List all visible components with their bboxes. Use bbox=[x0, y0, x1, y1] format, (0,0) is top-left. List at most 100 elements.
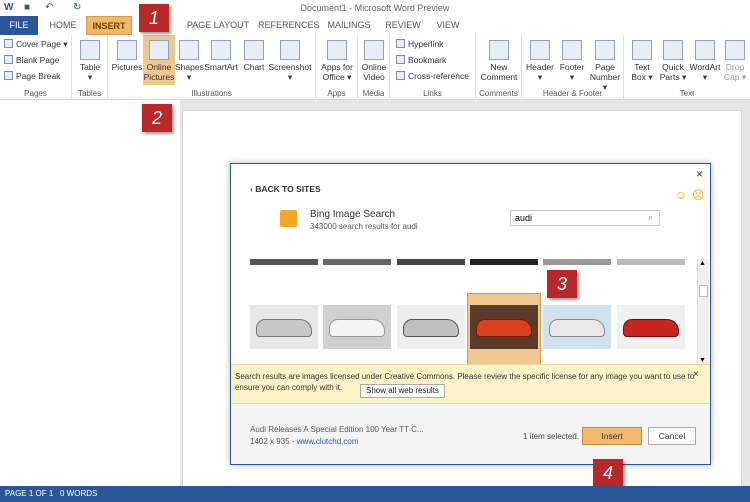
results-scrollbar[interactable]: ▲ ▼ bbox=[697, 259, 709, 365]
close-icon[interactable]: × bbox=[696, 167, 703, 181]
back-to-sites-link[interactable]: ‹ BACK TO SITES bbox=[250, 184, 321, 194]
ribbon-tabs: FILE HOME INSERT PAGE LAYOUT REFERENCES … bbox=[0, 16, 750, 35]
license-notice-text: Search results are images licensed under… bbox=[235, 372, 695, 392]
group-links: Hyperlink Bookmark Cross-reference Links bbox=[390, 35, 476, 100]
image-thumbnail[interactable] bbox=[543, 305, 611, 349]
screenshot-button[interactable]: Screenshot ▾ bbox=[268, 40, 312, 82]
image-thumbnail[interactable] bbox=[250, 259, 318, 265]
left-margin-area bbox=[0, 100, 180, 486]
image-thumbnail[interactable] bbox=[617, 305, 685, 349]
image-thumbnail[interactable] bbox=[543, 259, 611, 265]
page-number-icon bbox=[595, 40, 615, 60]
group-label-header-footer: Header & Footer bbox=[542, 89, 603, 98]
smartart-icon bbox=[211, 40, 231, 60]
pictures-icon bbox=[117, 40, 137, 60]
group-label-media: Media bbox=[362, 89, 385, 98]
group-media: Online Video Media bbox=[358, 35, 390, 100]
video-icon bbox=[364, 40, 384, 60]
callout-3: 3 bbox=[547, 270, 577, 298]
car-image bbox=[549, 319, 605, 337]
tab-mailings[interactable]: MAILINGS bbox=[326, 16, 372, 35]
header-button[interactable]: Header ▾ bbox=[524, 40, 556, 82]
wordart-icon bbox=[695, 40, 715, 60]
comment-icon bbox=[489, 40, 509, 60]
scroll-down-icon[interactable]: ▼ bbox=[699, 357, 706, 364]
group-label-apps: Apps bbox=[327, 89, 346, 98]
group-label-links: Links bbox=[423, 89, 442, 98]
image-thumbnail[interactable] bbox=[323, 305, 391, 349]
source-link[interactable]: www.clutchd.com bbox=[297, 437, 359, 446]
page-number-button[interactable]: Page Number ▾ bbox=[588, 40, 622, 92]
text-box-icon bbox=[632, 40, 652, 60]
tab-references[interactable]: REFERENCES bbox=[258, 16, 320, 35]
callout-4: 4 bbox=[593, 459, 623, 487]
image-thumbnail[interactable] bbox=[470, 259, 538, 265]
online-pictures-icon bbox=[149, 40, 169, 60]
pictures-button[interactable]: Pictures bbox=[111, 40, 143, 72]
group-label-text: Text bbox=[679, 89, 695, 98]
scroll-thumb[interactable] bbox=[699, 285, 708, 297]
cover-page-button[interactable]: Cover Page ▾ bbox=[4, 39, 68, 50]
group-tables: Table ▾ Tables bbox=[72, 35, 108, 100]
chart-button[interactable]: Chart bbox=[240, 40, 268, 72]
license-notice: Search results are images licensed under… bbox=[231, 364, 710, 404]
hyperlink-button[interactable]: Hyperlink bbox=[396, 39, 443, 49]
source-title: Bing Image Search bbox=[310, 209, 396, 220]
insert-button[interactable]: Insert bbox=[582, 427, 642, 445]
image-thumbnail[interactable] bbox=[397, 305, 465, 349]
group-label-tables: Tables bbox=[77, 89, 102, 98]
word-count[interactable]: 0 WORDS bbox=[60, 486, 97, 502]
online-video-button[interactable]: Online Video bbox=[360, 40, 388, 82]
drop-cap-button[interactable]: Drop Cap ▾ bbox=[722, 40, 748, 82]
smartart-button[interactable]: SmartArt bbox=[204, 40, 238, 72]
footer-icon bbox=[562, 40, 582, 60]
scroll-up-icon[interactable]: ▲ bbox=[699, 260, 706, 267]
group-label-pages: Pages bbox=[24, 89, 47, 98]
apps-for-office-button[interactable]: Apps for Office ▾ bbox=[318, 40, 356, 82]
wordart-button[interactable]: WordArt ▾ bbox=[688, 40, 722, 82]
image-thumbnail[interactable] bbox=[397, 259, 465, 265]
tab-insert[interactable]: INSERT bbox=[86, 16, 132, 35]
tab-view[interactable]: VIEW bbox=[432, 16, 464, 35]
hyperlink-icon bbox=[396, 39, 405, 48]
bookmark-icon bbox=[396, 55, 405, 64]
shapes-button[interactable]: Shapes ▾ bbox=[175, 40, 204, 82]
search-input[interactable] bbox=[510, 210, 660, 226]
callout-1: 1 bbox=[139, 4, 169, 32]
image-thumbnail[interactable] bbox=[617, 259, 685, 265]
footer-button[interactable]: Footer ▾ bbox=[556, 40, 588, 82]
tab-review[interactable]: REVIEW bbox=[384, 16, 422, 35]
online-pictures-button[interactable]: Online Pictures bbox=[143, 35, 175, 85]
shapes-icon bbox=[179, 40, 199, 60]
drop-cap-icon bbox=[725, 40, 745, 60]
group-label-comments: Comments bbox=[479, 89, 518, 98]
new-comment-button[interactable]: New Comment bbox=[478, 40, 520, 82]
bing-logo-icon bbox=[280, 210, 297, 227]
group-pages: Cover Page ▾ Blank Page Page Break Pages bbox=[0, 35, 72, 100]
cancel-button[interactable]: Cancel bbox=[648, 427, 696, 445]
text-box-button[interactable]: Text Box ▾ bbox=[628, 40, 656, 82]
blank-page-icon bbox=[4, 55, 13, 64]
show-all-web-results-button[interactable]: Show all web results bbox=[360, 384, 445, 398]
frown-icon[interactable]: ☹ bbox=[692, 188, 705, 202]
tab-home[interactable]: HOME bbox=[44, 16, 82, 35]
quick-parts-icon bbox=[663, 40, 683, 60]
page-break-button[interactable]: Page Break bbox=[4, 71, 60, 81]
image-thumbnail[interactable] bbox=[323, 259, 391, 265]
quick-parts-button[interactable]: Quick Parts ▾ bbox=[658, 40, 688, 82]
image-thumbnail-selected[interactable] bbox=[470, 305, 538, 349]
image-thumbnail[interactable] bbox=[250, 305, 318, 349]
close-notice-icon[interactable]: × bbox=[693, 369, 699, 380]
blank-page-button[interactable]: Blank Page bbox=[4, 55, 59, 65]
tab-file[interactable]: FILE bbox=[0, 16, 38, 35]
search-icon[interactable]: ⌕ bbox=[648, 212, 653, 223]
smiley-icon[interactable]: ☺ bbox=[675, 188, 687, 202]
bookmark-button[interactable]: Bookmark bbox=[396, 55, 446, 65]
car-image bbox=[476, 319, 532, 337]
tab-page-layout[interactable]: PAGE LAYOUT bbox=[186, 16, 250, 35]
title-bar: W ■ ↶ ↻ Document1 - Microsoft Word Previ… bbox=[0, 0, 750, 16]
header-icon bbox=[530, 40, 550, 60]
cross-reference-button[interactable]: Cross-reference bbox=[396, 71, 469, 81]
table-button[interactable]: Table ▾ bbox=[76, 40, 104, 82]
page-count[interactable]: PAGE 1 OF 1 bbox=[5, 486, 53, 502]
